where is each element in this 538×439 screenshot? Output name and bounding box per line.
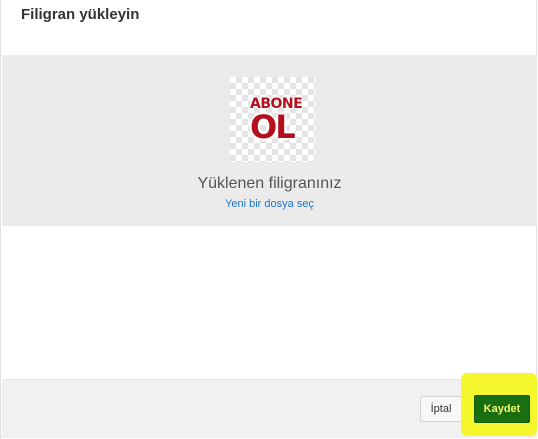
watermark-upload-dialog: Filigran yükleyin ABONE OL Yüklenen fili… xyxy=(0,0,537,438)
watermark-text-line2: OL xyxy=(250,108,296,146)
watermark-preview: ABONE OL xyxy=(230,77,315,162)
save-button[interactable]: Kaydet xyxy=(474,395,530,423)
cancel-button[interactable]: İptal xyxy=(420,396,462,422)
upload-area: ABONE OL Yüklenen filigranınız Yeni bir … xyxy=(2,55,537,226)
uploaded-watermark-label: Yüklenen filigranınız xyxy=(197,175,342,192)
choose-new-file-link[interactable]: Yeni bir dosya seç xyxy=(2,198,537,210)
dialog-title: Filigran yükleyin xyxy=(21,6,140,23)
dialog-footer: İptal Kaydet xyxy=(2,373,537,438)
